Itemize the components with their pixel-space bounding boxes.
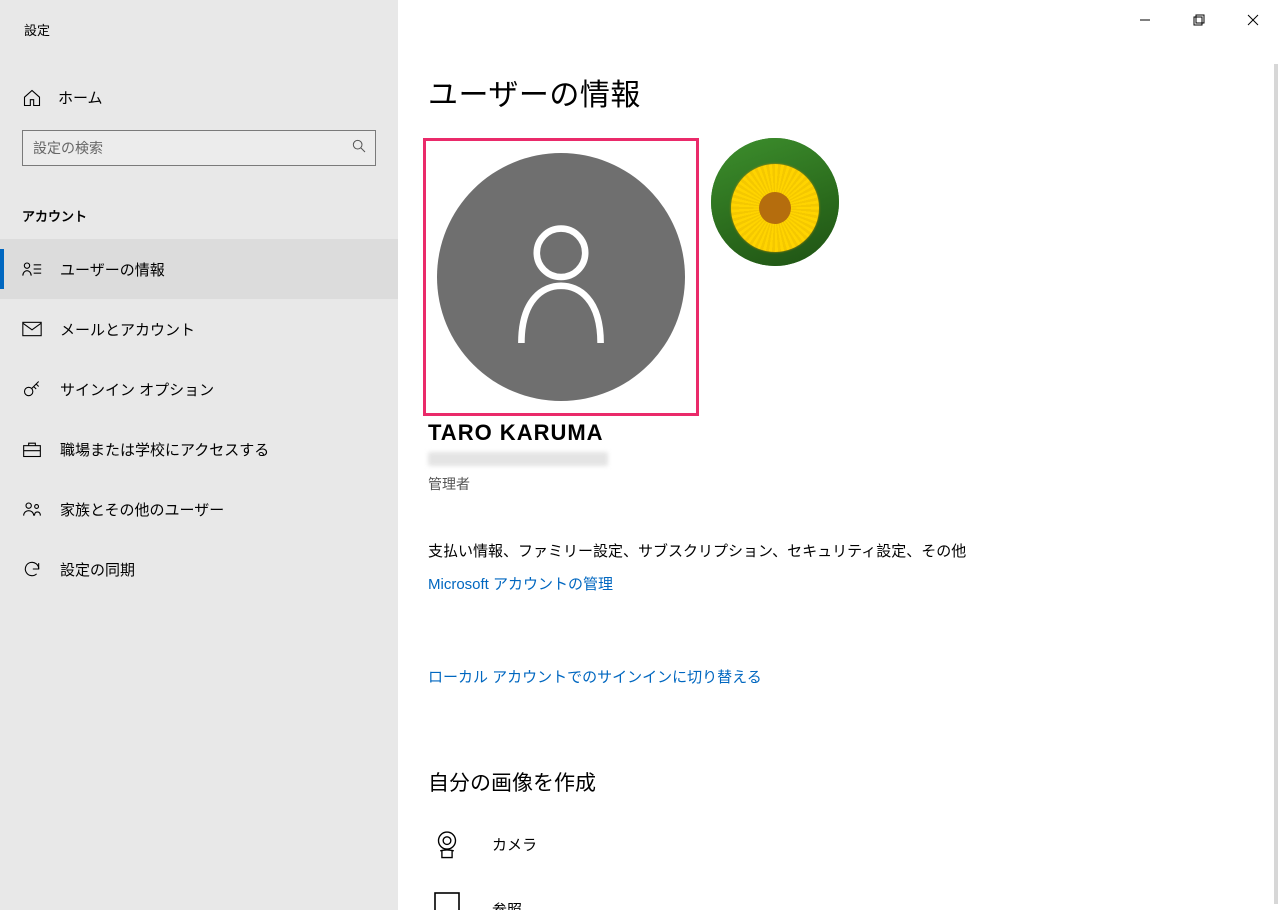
option-camera[interactable]: カメラ [428,827,1280,861]
home-button[interactable]: ホーム [0,87,398,108]
nav-list: ユーザーの情報 メールとアカウント サインイン オプション [0,239,398,599]
sidebar-item-label: 家族とその他のユーザー [60,499,224,520]
briefcase-icon [22,440,42,458]
switch-local-account-link[interactable]: ローカル アカウントでのサインインに切り替える [428,666,762,687]
category-title: アカウント [0,166,398,239]
sidebar-item-sync-settings[interactable]: 設定の同期 [0,539,398,599]
sidebar-item-label: 設定の同期 [60,559,135,580]
flower-image [711,138,839,266]
avatar-row [428,138,1280,416]
avatar-previous[interactable] [711,138,839,266]
sidebar-item-your-info[interactable]: ユーザーの情報 [0,239,398,299]
search-box[interactable] [22,130,376,166]
sidebar-item-label: ユーザーの情報 [60,259,165,280]
sidebar-item-label: メールとアカウント [60,319,195,340]
user-email-blurred [428,452,608,466]
maximize-button[interactable] [1172,0,1226,40]
sidebar: 設定 ホーム アカウント ユーザーの情報 [0,0,398,910]
sync-icon [22,559,42,579]
sidebar-item-label: サインイン オプション [60,379,214,400]
user-info-icon [22,260,42,278]
mail-icon [22,321,42,337]
manage-account-link[interactable]: Microsoft アカウントの管理 [428,573,613,594]
sidebar-item-label: 職場または学校にアクセスする [60,439,269,460]
people-icon [22,500,42,518]
option-label: 参照 [492,899,522,910]
key-icon [22,379,42,399]
create-picture-title: 自分の画像を作成 [428,767,1280,797]
search-icon [351,138,367,159]
user-role: 管理者 [428,474,1280,494]
account-info-line: 支払い情報、ファミリー設定、サブスクリプション、セキュリティ設定、その他 [428,540,1280,561]
avatar-highlight [423,138,699,416]
person-silhouette-icon [506,207,616,347]
sidebar-item-email-accounts[interactable]: メールとアカウント [0,299,398,359]
search-input[interactable] [33,140,351,156]
window-title: 設定 [0,0,398,39]
main-content: ユーザーの情報 TARO KARUMA 管理者 支払い情報、ファミリー設定、サブ… [398,0,1280,910]
sidebar-item-family-users[interactable]: 家族とその他のユーザー [0,479,398,539]
user-name: TARO KARUMA [428,420,1280,446]
browse-icon [428,891,466,910]
avatar-current[interactable] [437,153,685,401]
close-button[interactable] [1226,0,1280,40]
window-controls [1118,0,1280,40]
sidebar-item-signin-options[interactable]: サインイン オプション [0,359,398,419]
camera-icon [428,827,466,861]
option-label: カメラ [492,834,537,855]
sidebar-item-work-school[interactable]: 職場または学校にアクセスする [0,419,398,479]
scrollbar[interactable] [1274,64,1278,904]
minimize-button[interactable] [1118,0,1172,40]
home-icon [22,88,42,108]
page-title: ユーザーの情報 [428,70,1280,114]
option-browse[interactable]: 参照 [428,891,1280,910]
home-label: ホーム [58,87,103,108]
